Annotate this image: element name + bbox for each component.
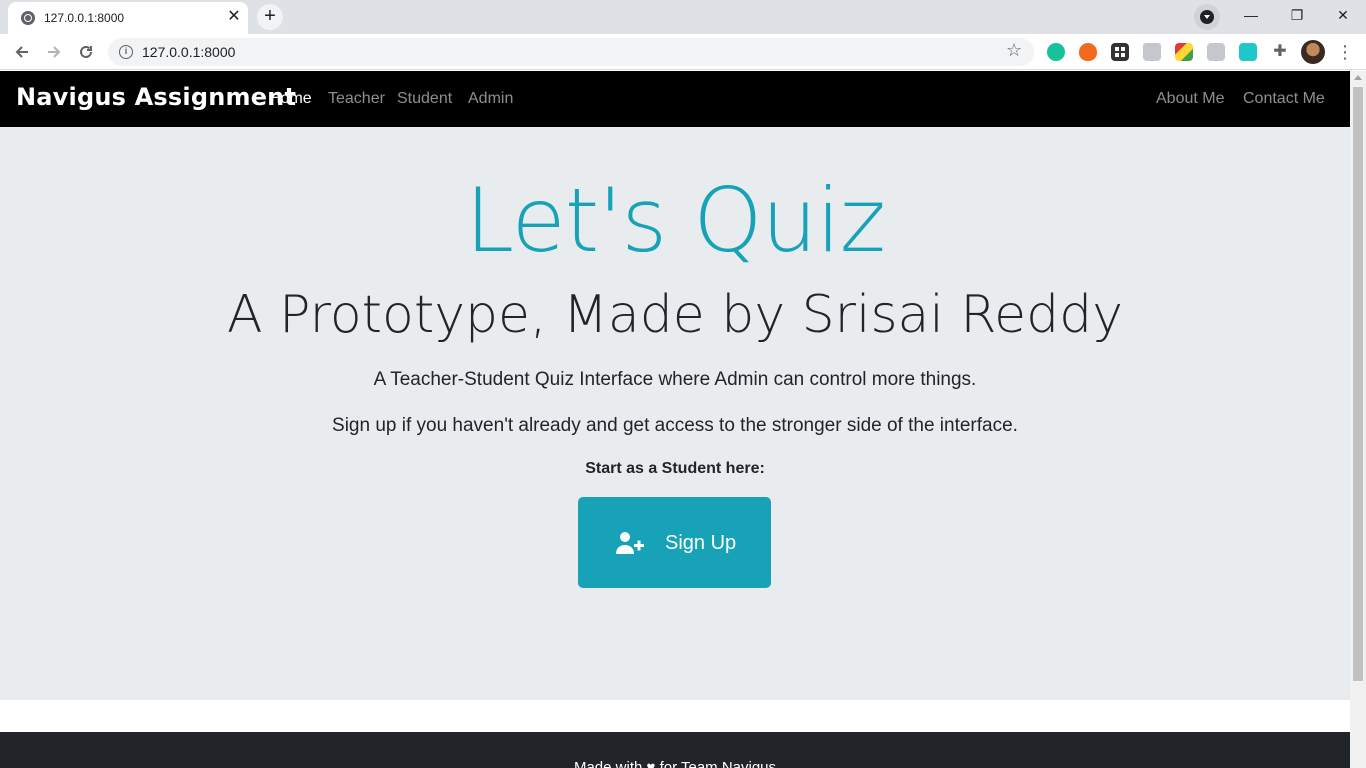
puzzle-icon[interactable]: ✚ (1271, 43, 1289, 61)
restore-button[interactable]: ❐ (1274, 4, 1320, 26)
browser-toolbar: i 127.0.0.1:8000 ☆ ✚ ⋮ (0, 34, 1366, 70)
scroll-up-icon[interactable] (1354, 75, 1362, 80)
page-scrollbar[interactable] (1350, 71, 1366, 768)
hero-lead-2: Sign up if you haven't already and get a… (332, 415, 1018, 436)
nav-teacher[interactable]: Teacher (328, 90, 385, 108)
nav-contact-me[interactable]: Contact Me (1243, 90, 1325, 108)
fx-extension-icon[interactable] (1207, 43, 1225, 61)
hero-jumbotron: Let's Quiz A Prototype, Made by Srisai R… (0, 127, 1350, 700)
sign-up-button[interactable]: Sign Up (578, 497, 771, 588)
address-bar[interactable]: i 127.0.0.1:8000 ☆ (108, 38, 1034, 66)
new-tab-button[interactable]: + (257, 4, 283, 30)
tab-title: 127.0.0.1:8000 (44, 11, 125, 25)
nav-about-me[interactable]: About Me (1156, 90, 1224, 108)
footer-text: Made with ♥ for Team Navigus (573, 759, 777, 768)
nav-home[interactable]: Home (269, 90, 312, 108)
sign-up-label: Sign Up (665, 532, 737, 554)
start-student-label: Start as a Student here: (585, 460, 765, 477)
grid-extension-icon[interactable] (1111, 43, 1129, 61)
brand-link[interactable]: Navigus Assignment (16, 83, 296, 111)
globe-icon (21, 11, 35, 25)
arrow-left-icon[interactable] (10, 40, 34, 64)
reload-icon[interactable] (74, 40, 98, 64)
hero-lead-1: A Teacher-Student Quiz Interface where A… (373, 369, 977, 390)
page-viewport: Navigus Assignment Home Teacher Student … (0, 71, 1350, 768)
arrow-right-icon[interactable] (42, 40, 66, 64)
nav-student[interactable]: Student (397, 90, 452, 108)
scrollbar-thumb[interactable] (1353, 87, 1363, 681)
grammarly-extension-icon[interactable] (1047, 43, 1065, 61)
browser-tab[interactable]: 127.0.0.1:8000 ✕ (8, 2, 248, 34)
color-extension-icon[interactable] (1175, 43, 1193, 61)
user-plus-icon (616, 532, 644, 554)
site-footer: Made with ♥ for Team Navigus (0, 732, 1350, 768)
tab-search-icon[interactable] (1194, 4, 1220, 30)
close-window-button[interactable]: ✕ (1320, 4, 1366, 26)
fire-extension-icon[interactable] (1079, 43, 1097, 61)
star-icon[interactable]: ☆ (1006, 40, 1022, 61)
nav-admin[interactable]: Admin (468, 90, 513, 108)
profile-avatar[interactable] (1301, 40, 1325, 64)
hero-title: Let's Quiz (465, 169, 886, 272)
house-extension-icon[interactable] (1143, 43, 1161, 61)
audio-extension-icon[interactable] (1239, 43, 1257, 61)
tab-close-icon[interactable]: ✕ (226, 8, 242, 26)
info-icon[interactable]: i (119, 45, 133, 59)
hero-subtitle: A Prototype, Made by Srisai Reddy (227, 285, 1123, 345)
kebab-menu-icon[interactable]: ⋮ (1336, 40, 1354, 64)
minimize-button[interactable]: — (1228, 4, 1274, 26)
url-text[interactable]: 127.0.0.1:8000 (142, 44, 235, 60)
browser-tabstrip: 127.0.0.1:8000 ✕ + — ❐ ✕ (0, 0, 1366, 34)
site-navbar: Navigus Assignment Home Teacher Student … (0, 71, 1350, 127)
